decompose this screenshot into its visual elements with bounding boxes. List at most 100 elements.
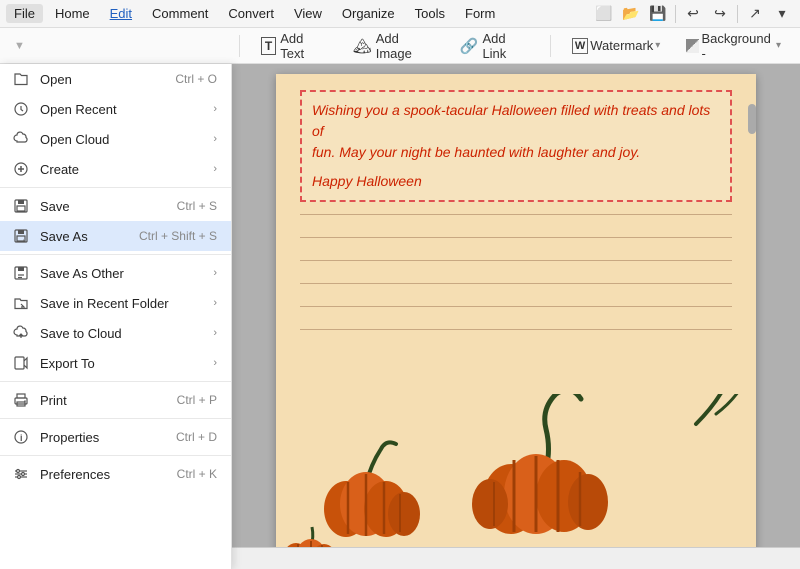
toolbar: ▼ T Add Text 🏔 Add Image 🔗 Add Link W Wa… — [0, 28, 800, 64]
document-content: Wishing you a spook-tacular Halloween fi… — [276, 74, 756, 368]
svg-text:i: i — [20, 433, 23, 443]
menu-tools[interactable]: Tools — [407, 4, 453, 23]
menu-view[interactable]: View — [286, 4, 330, 23]
ruled-line-2 — [300, 237, 732, 238]
open-icon — [12, 70, 30, 88]
ruled-line-4 — [300, 283, 732, 284]
add-text-button[interactable]: T Add Text — [252, 27, 336, 65]
create-label: Create — [40, 162, 79, 177]
add-image-label: Add Image — [376, 31, 434, 61]
file-menu-dropdown: Open Ctrl + O Open Recent › Open Cloud › — [0, 64, 232, 569]
menu-home[interactable]: Home — [47, 4, 98, 23]
save-as-other-label: Save As Other — [40, 266, 124, 281]
toolbar-sep-1 — [239, 35, 240, 57]
save-recent-folder-icon — [12, 294, 30, 312]
background-label: Background - — [701, 31, 774, 61]
menu-file[interactable]: File — [6, 4, 43, 23]
background-icon — [686, 39, 699, 53]
svg-text:+: + — [22, 239, 26, 244]
menu-item-create[interactable]: Create › — [0, 154, 231, 184]
menu-item-export-to[interactable]: Export To › — [0, 348, 231, 378]
save-menu-icon — [12, 197, 30, 215]
menu-divider-3 — [0, 381, 231, 382]
toolbar-left-placeholder: ▼ — [10, 40, 25, 52]
watermark-icon: W — [572, 38, 588, 54]
open-cloud-icon — [12, 130, 30, 148]
add-image-button[interactable]: 🏔 Add Image — [344, 27, 443, 65]
add-text-icon: T — [261, 37, 276, 55]
new-document-icon[interactable]: ⬜ — [592, 2, 616, 26]
menu-item-preferences[interactable]: Preferences Ctrl + K — [0, 459, 231, 489]
toolbar-sep-2 — [550, 35, 551, 57]
open-recent-arrow: › — [213, 103, 217, 115]
text-line-3: Happy Halloween — [312, 171, 720, 192]
add-link-button[interactable]: 🔗 Add Link — [451, 27, 538, 65]
add-image-icon: 🏔 — [353, 37, 372, 55]
menu-bar: File Home Edit Comment Convert View Orga… — [0, 0, 800, 28]
menu-item-print[interactable]: Print Ctrl + P — [0, 385, 231, 415]
menu-divider-2 — [0, 254, 231, 255]
redo-icon[interactable]: ↪ — [708, 2, 732, 26]
ruled-line-1 — [300, 214, 732, 215]
print-label: Print — [40, 393, 67, 408]
menu-item-save-as[interactable]: + Save As Ctrl + Shift + S — [0, 221, 231, 251]
save-cloud-label: Save to Cloud — [40, 326, 122, 341]
menu-item-properties[interactable]: i Properties Ctrl + D — [0, 422, 231, 452]
save-recent-folder-label: Save in Recent Folder — [40, 296, 169, 311]
save-as-icon: + — [12, 227, 30, 245]
print-icon — [12, 391, 30, 409]
save-as-label: Save As — [40, 229, 88, 244]
scrollbar-thumb[interactable] — [748, 104, 756, 134]
export-to-icon — [12, 354, 30, 372]
menu-comment[interactable]: Comment — [144, 4, 216, 23]
save-shortcut: Ctrl + S — [177, 199, 217, 213]
open-recent-label: Open Recent — [40, 102, 117, 117]
save-cloud-arrow: › — [213, 327, 217, 339]
create-arrow: › — [213, 163, 217, 175]
watermark-button[interactable]: W Watermark ▾ — [563, 34, 670, 58]
undo-icon[interactable]: ↩ — [681, 2, 705, 26]
ruled-lines — [300, 214, 732, 330]
ruled-line-3 — [300, 260, 732, 261]
save-recent-folder-arrow: › — [213, 297, 217, 309]
menu-edit[interactable]: Edit — [102, 4, 140, 23]
save-as-other-icon — [12, 264, 30, 282]
menu-item-save-as-other[interactable]: Save As Other › — [0, 258, 231, 288]
halloween-text-box: Wishing you a spook-tacular Halloween fi… — [300, 90, 732, 202]
text-line-1: Wishing you a spook-tacular Halloween fi… — [312, 100, 720, 142]
menu-item-save-recent-folder[interactable]: Save in Recent Folder › — [0, 288, 231, 318]
pumpkin-scene — [276, 394, 756, 569]
add-text-label: Add Text — [280, 31, 326, 61]
menu-item-save[interactable]: Save Ctrl + S — [0, 191, 231, 221]
more-icon[interactable]: ▾ — [770, 2, 794, 26]
menu-item-open-recent[interactable]: Open Recent › — [0, 94, 231, 124]
menu-item-open-cloud[interactable]: Open Cloud › — [0, 124, 231, 154]
menu-organize[interactable]: Organize — [334, 4, 403, 23]
open-file-icon[interactable]: 📂 — [619, 2, 643, 26]
background-button[interactable]: Background - ▾ — [677, 27, 790, 65]
share-icon[interactable]: ↗ — [743, 2, 767, 26]
properties-shortcut: Ctrl + D — [176, 430, 217, 444]
add-link-label: Add Link — [482, 31, 528, 61]
menu-item-save-cloud[interactable]: Save to Cloud › — [0, 318, 231, 348]
save-menu-label: Save — [40, 199, 70, 214]
menu-form[interactable]: Form — [457, 4, 503, 23]
preferences-shortcut: Ctrl + K — [177, 467, 217, 481]
ruled-line-6 — [300, 329, 732, 330]
save-icon[interactable]: 💾 — [646, 2, 670, 26]
menu-item-open[interactable]: Open Ctrl + O — [0, 64, 231, 94]
toolbar-separator-2 — [737, 5, 738, 23]
save-cloud-icon — [12, 324, 30, 342]
menu-divider-5 — [0, 455, 231, 456]
toolbar-separator-1 — [675, 5, 676, 23]
open-shortcut: Ctrl + O — [175, 72, 217, 86]
main-layout: Open Ctrl + O Open Recent › Open Cloud › — [0, 64, 800, 569]
background-dropdown-arrow: ▾ — [776, 40, 781, 51]
document-page: Wishing you a spook-tacular Halloween fi… — [276, 74, 756, 569]
ruled-line-5 — [300, 306, 732, 307]
open-recent-icon — [12, 100, 30, 118]
text-line-2: fun. May your night be haunted with laug… — [312, 142, 720, 163]
open-label: Open — [40, 72, 72, 87]
menu-convert[interactable]: Convert — [220, 4, 282, 23]
watermark-label: Watermark — [590, 38, 653, 53]
